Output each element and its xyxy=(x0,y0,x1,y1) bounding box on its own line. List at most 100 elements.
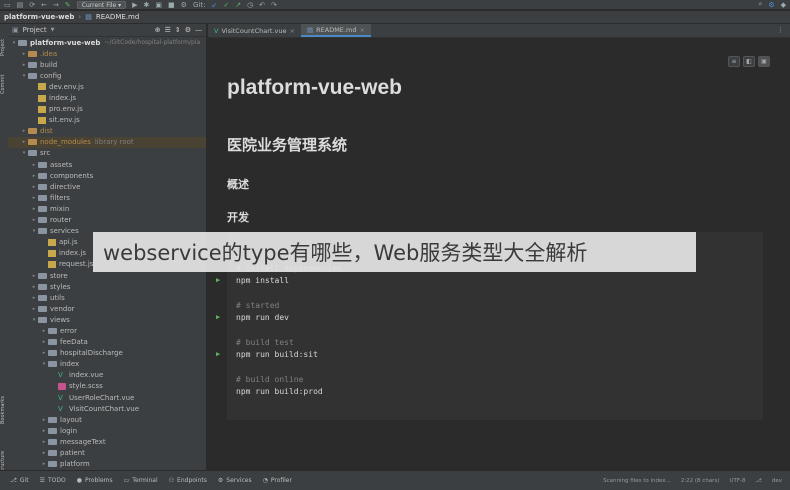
tree-item[interactable]: ▸ utils xyxy=(8,292,206,303)
chevron-right-icon[interactable]: ▸ xyxy=(20,139,28,145)
settings-icon[interactable]: ⚙ xyxy=(181,1,187,9)
ide-settings-icon[interactable]: ⚙ xyxy=(768,1,774,9)
stop-icon[interactable]: ■ xyxy=(168,1,175,9)
tree-item[interactable]: ▸ directive xyxy=(8,181,206,192)
tree-item[interactable]: ▸ feeData xyxy=(8,337,206,348)
chevron-right-icon[interactable]: ▸ xyxy=(30,284,38,290)
sync-icon[interactable]: ⟳ xyxy=(29,1,35,9)
tree-item[interactable]: Vindex.vue xyxy=(8,370,206,381)
chevron-down-icon[interactable]: ▼ xyxy=(51,27,55,33)
run-command-icon[interactable]: ▶ xyxy=(216,276,220,284)
editor-scrollbar[interactable] xyxy=(783,48,788,448)
bottom-tab-services[interactable]: ⚙ Services xyxy=(218,477,252,484)
tree-item[interactable]: ▾ config xyxy=(8,70,206,81)
git-commit-icon[interactable]: ✓ xyxy=(223,1,229,9)
chevron-down-icon[interactable]: ▾ xyxy=(30,228,38,234)
project-tool-tab[interactable]: Project xyxy=(0,28,8,56)
tree-item[interactable]: ▸ node_modules library root xyxy=(8,136,206,148)
chevron-right-icon[interactable]: ▸ xyxy=(30,273,38,279)
split-view-icon[interactable]: ◧ xyxy=(743,56,755,67)
structure-tool-tab[interactable]: Structure xyxy=(0,434,8,474)
git-history-icon[interactable]: ◷ xyxy=(247,1,253,9)
tree-root[interactable]: ▾ platform-vue-web ~/GitCode/hospital-pl… xyxy=(8,37,206,48)
chevron-right-icon[interactable]: ▸ xyxy=(30,206,38,212)
tree-item[interactable]: style.scss xyxy=(8,381,206,392)
chevron-right-icon[interactable]: ▸ xyxy=(30,195,38,201)
tab-readme[interactable]: ▤ README.md × xyxy=(300,24,371,37)
tree-item[interactable]: ▸ patient xyxy=(8,447,206,458)
chevron-down-icon[interactable]: ▾ xyxy=(30,317,38,323)
editor-only-icon[interactable]: ≡ xyxy=(728,56,740,67)
tree-item[interactable]: ▾ views xyxy=(8,314,206,325)
open-folder-icon[interactable]: ▭ xyxy=(4,1,11,9)
tree-item[interactable]: ▸ mixin xyxy=(8,203,206,214)
breadcrumb-file[interactable]: README.md xyxy=(96,13,139,21)
coverage-icon[interactable]: ▣ xyxy=(155,1,162,9)
chevron-right-icon[interactable]: ▸ xyxy=(40,461,48,467)
tab-visitcountchart[interactable]: V VisitCountChart.vue × xyxy=(208,24,301,37)
chevron-right-icon[interactable]: ▸ xyxy=(20,128,28,134)
chevron-down-icon[interactable]: ▾ xyxy=(10,40,18,46)
chevron-down-icon[interactable]: ▾ xyxy=(20,73,28,79)
hide-icon[interactable]: — xyxy=(195,26,202,34)
tree-item[interactable]: ▸ assets xyxy=(8,159,206,170)
project-panel-title[interactable]: Project xyxy=(23,26,47,34)
bottom-tab-todo[interactable]: ☰ TODO xyxy=(40,477,66,484)
redo-icon[interactable]: ↷ xyxy=(271,1,277,9)
status-git-branch[interactable]: dev xyxy=(772,478,782,484)
commit-tool-tab[interactable]: Commit xyxy=(0,64,8,94)
git-push-icon[interactable]: ↗ xyxy=(235,1,241,9)
tree-item[interactable]: ▸ .idea xyxy=(8,48,206,59)
chevron-right-icon[interactable]: ▸ xyxy=(40,339,48,345)
chevron-right-icon[interactable]: ▸ xyxy=(30,162,38,168)
chevron-right-icon[interactable]: ▸ xyxy=(30,184,38,190)
tree-item[interactable]: ▸ platform xyxy=(8,459,206,470)
run-icon[interactable]: ▶ xyxy=(132,1,137,9)
tree-item[interactable]: ▸ build xyxy=(8,59,206,70)
preview-only-icon[interactable]: ▣ xyxy=(758,56,770,67)
tree-item[interactable]: ▸ login xyxy=(8,425,206,436)
chevron-right-icon[interactable]: ▸ xyxy=(20,51,28,57)
chevron-down-icon[interactable]: ▾ xyxy=(40,361,48,367)
chevron-right-icon[interactable]: ▸ xyxy=(20,62,28,68)
bottom-tab-endpoints[interactable]: ⚇ Endpoints xyxy=(169,477,207,484)
undo-icon[interactable]: ↶ xyxy=(259,1,265,9)
breadcrumb-project[interactable]: platform-vue-web xyxy=(4,13,74,21)
bookmarks-tool-tab[interactable]: Bookmarks xyxy=(0,384,8,424)
bottom-tab-problems[interactable]: ● Problems xyxy=(77,477,113,484)
tree-item[interactable]: ▸ hospitalDischarge xyxy=(8,348,206,359)
tree-item[interactable]: dev.env.js xyxy=(8,81,206,92)
expand-all-icon[interactable]: ⇕ xyxy=(175,26,181,34)
search-icon[interactable]: ⌕ xyxy=(758,0,762,9)
chevron-right-icon[interactable]: ▸ xyxy=(40,439,48,445)
chevron-right-icon[interactable]: ▸ xyxy=(40,417,48,423)
forward-icon[interactable]: → xyxy=(53,1,59,9)
tree-item[interactable]: ▸ filters xyxy=(8,192,206,203)
bottom-tab-git[interactable]: ⎇ Git xyxy=(10,477,29,484)
run-command-icon[interactable]: ▶ xyxy=(216,350,220,358)
chevron-right-icon[interactable]: ▸ xyxy=(30,173,38,179)
tree-item[interactable]: ▾ src xyxy=(8,148,206,159)
status-encoding[interactable]: UTF-8 xyxy=(729,478,745,484)
tree-item[interactable]: sit.env.js xyxy=(8,115,206,126)
locate-icon[interactable]: ⊕ xyxy=(155,26,161,34)
bottom-tab-profiler[interactable]: ◔ Profiler xyxy=(263,477,292,484)
save-icon[interactable]: ▤ xyxy=(17,1,24,9)
tree-item[interactable]: ▸ error xyxy=(8,325,206,336)
tree-item[interactable]: index.js xyxy=(8,92,206,103)
run-config-select[interactable]: Current File ▾ xyxy=(76,0,127,9)
tree-item[interactable]: ▸ styles xyxy=(8,281,206,292)
debug-icon[interactable]: ✱ xyxy=(144,1,150,9)
options-icon[interactable]: ⚙ xyxy=(185,26,191,34)
chevron-right-icon[interactable]: ▸ xyxy=(30,306,38,312)
tree-item[interactable]: V VisitCountChart.vue xyxy=(8,403,206,414)
git-update-icon[interactable]: ↙ xyxy=(211,1,217,9)
tree-item[interactable]: ▸ components xyxy=(8,170,206,181)
chevron-right-icon[interactable]: ▸ xyxy=(40,450,48,456)
chevron-right-icon[interactable]: ▸ xyxy=(30,295,38,301)
tree-item[interactable]: ▾ index xyxy=(8,359,206,370)
close-icon[interactable]: × xyxy=(359,26,364,34)
status-caret-position[interactable]: 2:22 (8 chars) xyxy=(681,478,720,484)
tree-item[interactable]: V UserRoleChart.vue xyxy=(8,392,206,403)
chevron-right-icon[interactable]: ▸ xyxy=(40,350,48,356)
